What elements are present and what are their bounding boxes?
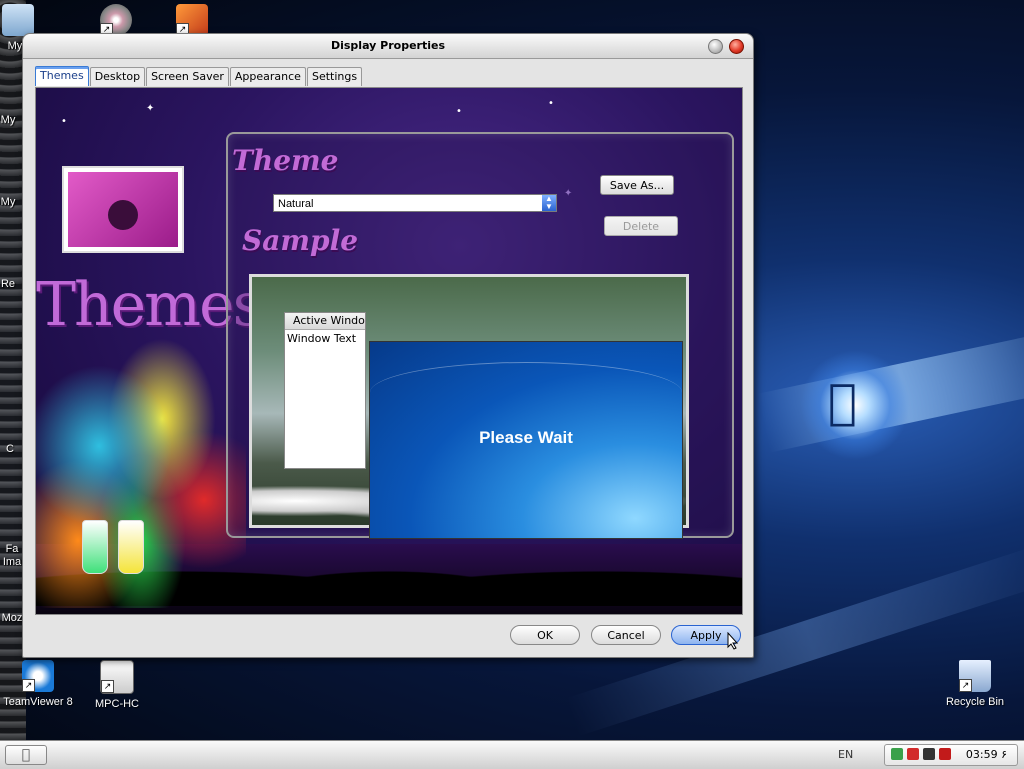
- shortcut-arrow-icon: ↗: [959, 679, 972, 692]
- desktop-icon-recycle-bin[interactable]: ↗ Recycle Bin: [935, 660, 1015, 708]
- star-icon: •: [456, 106, 462, 117]
- window-titlebar[interactable]: Display Properties: [23, 34, 753, 59]
- tab-appearance[interactable]: Appearance: [229, 67, 306, 86]
- language-indicator[interactable]: EN: [838, 748, 853, 761]
- tab-settings[interactable]: Settings: [306, 67, 363, 86]
- tab-themes[interactable]: Themes: [35, 66, 89, 86]
- desktop-icon-teamviewer[interactable]: ↗ TeamViewer 8: [0, 660, 78, 708]
- start-button[interactable]: : [5, 745, 47, 765]
- dollar-icon[interactable]: [939, 748, 951, 760]
- desktop-icon-mpc-hc[interactable]: ↗ MPC-HC: [77, 660, 157, 710]
- display-properties-window: Display Properties Themes Desktop Screen…: [22, 33, 754, 658]
- theme-label: Theme: [232, 144, 339, 177]
- apple-logo-icon: : [828, 372, 857, 432]
- network-icon[interactable]: [891, 748, 903, 760]
- desktop-icon-label: MPC-HC: [95, 698, 139, 710]
- bottle-icon: [118, 520, 144, 574]
- sample-active-window: Active Window Window Text: [284, 312, 366, 469]
- shortcut-app-icon: ↗: [176, 4, 208, 36]
- close-button[interactable]: [729, 39, 744, 54]
- tab-strip: Themes Desktop Screen Saver Appearance S…: [35, 66, 363, 87]
- save-as-button[interactable]: Save As...: [600, 175, 674, 195]
- desktop-icon-label: TeamViewer 8: [3, 696, 73, 708]
- star-icon: •: [61, 116, 67, 127]
- themes-photo-art: [64, 168, 182, 251]
- bottle-icon: [82, 520, 108, 574]
- shortcut-arrow-icon: ↗: [101, 680, 114, 693]
- tab-desktop[interactable]: Desktop: [89, 67, 146, 86]
- theme-select[interactable]: Natural ▲ ▼: [273, 194, 557, 212]
- star-icon: ✦: [146, 103, 155, 114]
- recycle-bin-icon: ↗: [959, 660, 991, 692]
- desktop-icon-label: Recycle Bin: [945, 696, 1005, 708]
- sample-window-text: Window Text: [287, 332, 357, 345]
- shortcut-arrow-icon: ↗: [22, 679, 35, 692]
- please-wait-message: Please Wait: [479, 428, 573, 447]
- mouse-cursor-icon: [727, 632, 739, 650]
- theme-select-value: Natural: [278, 198, 314, 210]
- system-tray: 03:59 ۶: [884, 744, 1018, 766]
- sample-label: Sample: [242, 224, 359, 257]
- select-arrows-icon: ▲ ▼: [542, 195, 556, 211]
- ok-button[interactable]: OK: [510, 625, 580, 645]
- window-title: Display Properties: [330, 39, 446, 52]
- cancel-button[interactable]: Cancel: [591, 625, 661, 645]
- cd-icon: ↗: [100, 4, 132, 36]
- tab-screen-saver[interactable]: Screen Saver: [146, 67, 229, 86]
- folder-icon: [2, 4, 34, 36]
- star-icon: •: [548, 98, 554, 109]
- minimize-button[interactable]: [708, 39, 723, 54]
- sample-window-title: Active Window: [285, 313, 365, 330]
- themes-panel: ✦ • • • ✦ Themes Theme Sample Natural ▲ ▼…: [35, 87, 743, 615]
- antivirus-icon[interactable]: [923, 748, 935, 760]
- clock[interactable]: 03:59 ۶: [966, 748, 1007, 761]
- swoosh-art: [370, 362, 682, 423]
- please-wait-overlay: Please Wait: [369, 341, 683, 539]
- tree-icon: [108, 200, 138, 230]
- shield-icon[interactable]: [907, 748, 919, 760]
- taskbar:  EN 03:59 ۶: [0, 740, 1024, 769]
- mpc-hc-icon: ↗: [100, 660, 134, 694]
- apple-icon: : [22, 747, 30, 763]
- teamviewer-icon: ↗: [22, 660, 54, 692]
- delete-button[interactable]: Delete: [604, 216, 678, 236]
